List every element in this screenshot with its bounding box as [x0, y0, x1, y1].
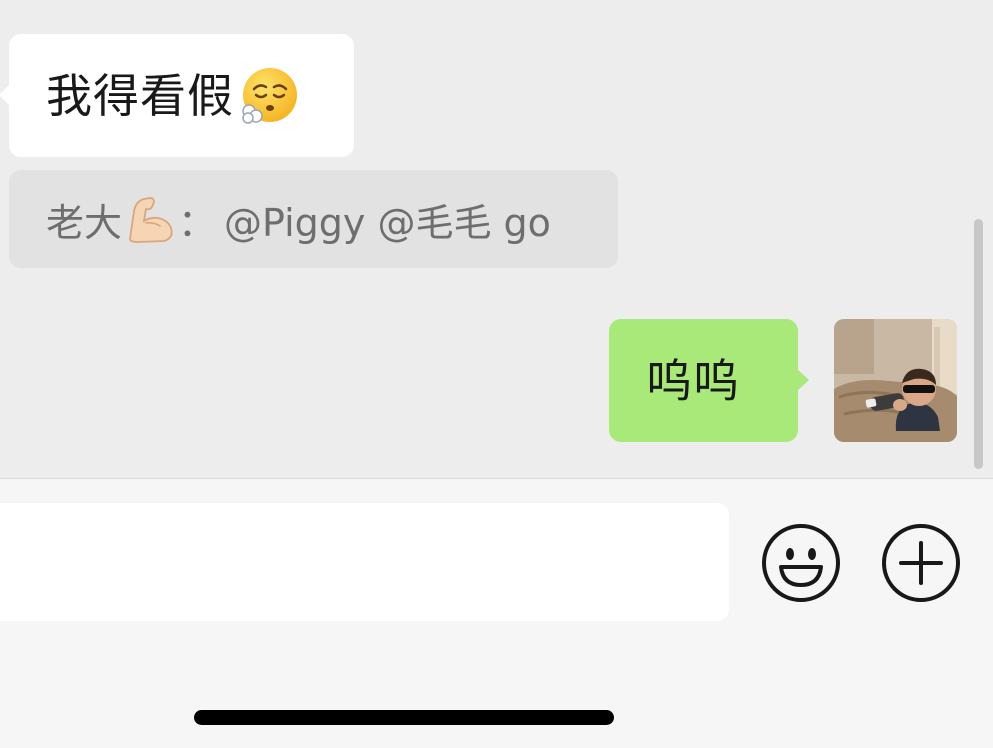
avatar[interactable]: [834, 319, 957, 442]
chat-message-area[interactable]: 我得看假 老大 ： @Piggy @毛毛 go 呜呜: [0, 0, 993, 478]
quoted-message[interactable]: 老大 ： @Piggy @毛毛 go: [9, 170, 618, 268]
sent-message-text: 呜呜: [646, 353, 740, 408]
plus-circle-icon: [882, 524, 960, 602]
quote-sender-name: 老大: [46, 200, 123, 245]
face-exhaling-emoji: [240, 67, 298, 125]
sent-message-bubble[interactable]: 呜呜: [609, 319, 809, 442]
more-button[interactable]: [881, 523, 961, 603]
input-bar: [0, 478, 993, 748]
quote-separator: ：: [178, 200, 217, 245]
flexed-biceps-emoji: [124, 193, 176, 245]
received-message-text: 我得看假: [46, 68, 234, 123]
quote-text: @Piggy @毛毛 go: [224, 200, 551, 245]
home-indicator: [194, 710, 614, 725]
smiley-icon: [762, 524, 840, 602]
emoji-button[interactable]: [761, 523, 841, 603]
received-message-bubble[interactable]: 我得看假: [0, 34, 354, 157]
message-input[interactable]: [0, 503, 729, 621]
scrollbar[interactable]: [974, 219, 983, 469]
